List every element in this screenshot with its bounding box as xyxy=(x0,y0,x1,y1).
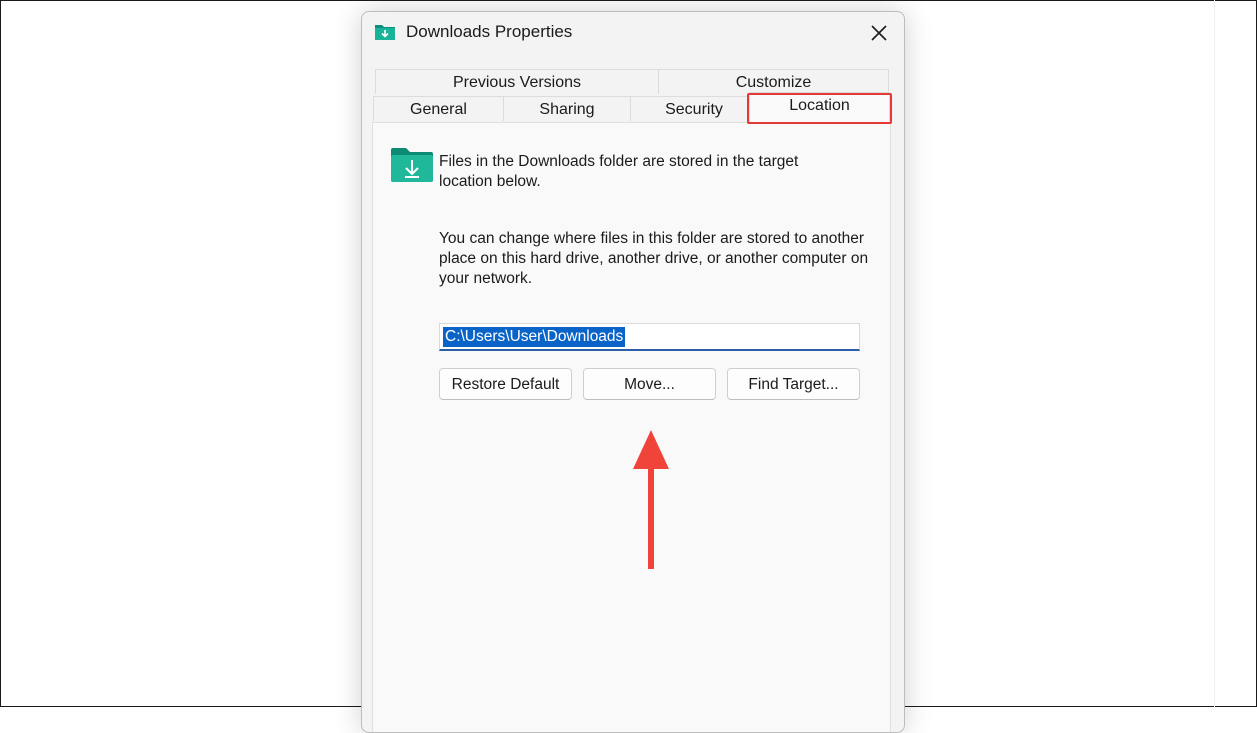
close-icon xyxy=(871,25,887,41)
tab-previous-versions[interactable]: Previous Versions xyxy=(375,69,658,94)
target-path-text: C:\Users\User\Downloads xyxy=(443,327,626,347)
tab-panel xyxy=(372,122,891,732)
tab-security[interactable]: Security xyxy=(630,96,757,121)
title-bar[interactable]: Downloads Properties xyxy=(362,12,904,56)
annotation-arrow xyxy=(633,430,669,569)
downloads-folder-icon xyxy=(391,148,433,182)
tab-general[interactable]: General xyxy=(373,96,503,121)
properties-dialog: Downloads Properties Previous Versions C… xyxy=(361,11,905,733)
close-button[interactable] xyxy=(854,12,904,54)
move-button[interactable]: Move... xyxy=(583,368,716,400)
downloads-folder-icon xyxy=(375,25,395,40)
tab-sharing[interactable]: Sharing xyxy=(503,96,630,121)
tab-customize[interactable]: Customize xyxy=(658,69,889,94)
location-instructions: You can change where files in this folde… xyxy=(439,230,869,287)
location-description: Files in the Downloads folder are stored… xyxy=(439,153,799,190)
find-target-button[interactable]: Find Target... xyxy=(727,368,860,400)
location-tab-highlight xyxy=(747,93,892,124)
background-divider xyxy=(1214,0,1215,707)
target-path-input[interactable]: C:\Users\User\Downloads xyxy=(439,323,860,351)
restore-default-button[interactable]: Restore Default xyxy=(439,368,572,400)
dialog-title: Downloads Properties xyxy=(406,22,573,41)
